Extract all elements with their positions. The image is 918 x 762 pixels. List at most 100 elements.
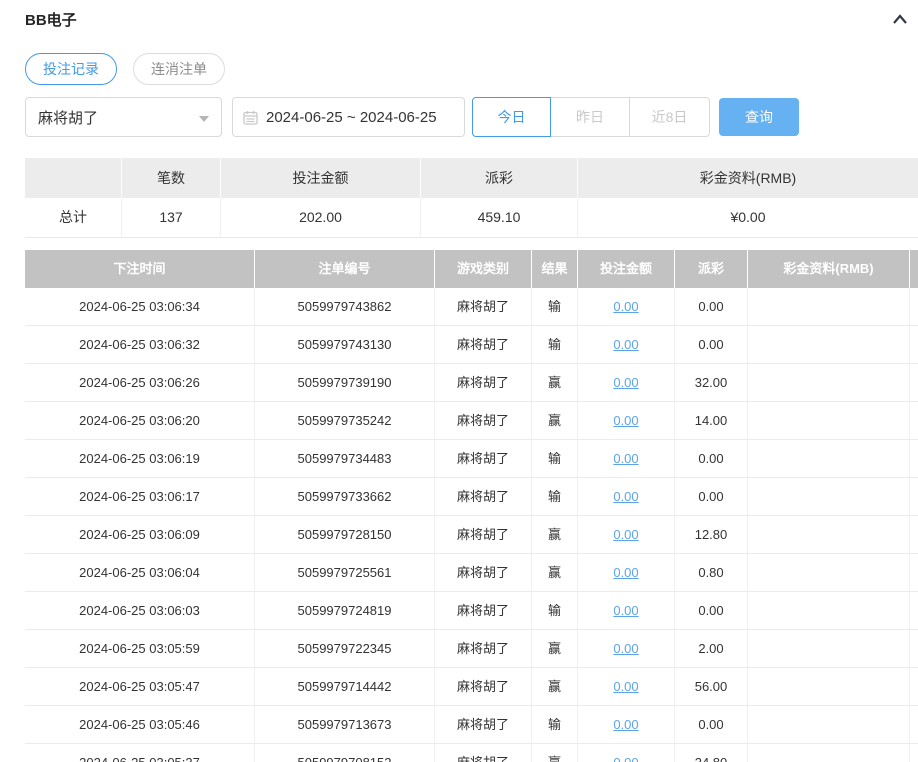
result-cell: 输 bbox=[532, 706, 578, 743]
bet-id-cell: 5059979739190 bbox=[255, 364, 435, 401]
game-type-cell: 麻将胡了 bbox=[435, 478, 532, 515]
table-row: 2024-06-25 03:06:26 5059979739190 麻将胡了赢 0.0… bbox=[25, 364, 918, 402]
game-type-cell: 麻将胡了 bbox=[435, 592, 532, 629]
bet-amount-link[interactable]: 0.00 bbox=[613, 641, 638, 656]
bet-amount-link[interactable]: 0.00 bbox=[613, 451, 638, 466]
records-rows: 2024-06-25 03:06:34 5059979743862 麻将胡了输 0.0… bbox=[25, 288, 918, 762]
last-8-days-button[interactable]: 近8日 bbox=[630, 97, 710, 137]
bet-amount-cell: 0.00 bbox=[578, 630, 675, 667]
bet-amount-link[interactable]: 0.00 bbox=[613, 755, 638, 762]
bet-time-cell: 2024-06-25 03:06:17 bbox=[25, 478, 255, 515]
date-range-input[interactable]: 2024-06-25 ~ 2024-06-25 bbox=[232, 97, 465, 137]
bet-time-cell: 2024-06-25 03:05:46 bbox=[25, 706, 255, 743]
record-type-tabs: 投注记录 连消注单 bbox=[25, 53, 225, 85]
payout-cell: 0.80 bbox=[675, 554, 748, 591]
table-row: 2024-06-25 03:06:04 5059979725561 麻将胡了赢 0.0… bbox=[25, 554, 918, 592]
bet-amount-cell: 0.00 bbox=[578, 668, 675, 705]
game-type-cell: 麻将胡了 bbox=[435, 516, 532, 553]
bet-id-cell: 5059979713673 bbox=[255, 706, 435, 743]
payout-cell: 34.80 bbox=[675, 744, 748, 762]
bet-time-cell: 2024-06-25 03:06:20 bbox=[25, 402, 255, 439]
header-bonus: 彩金资料(RMB) bbox=[748, 250, 910, 288]
game-type-cell: 麻将胡了 bbox=[435, 440, 532, 477]
payout-cell: 0.00 bbox=[675, 592, 748, 629]
table-row: 2024-06-25 03:06:17 5059979733662 麻将胡了输 0.0… bbox=[25, 478, 918, 516]
payout-cell: 12.80 bbox=[675, 516, 748, 553]
table-row: 2024-06-25 03:06:32 5059979743130 麻将胡了输 0.0… bbox=[25, 326, 918, 364]
filter-bar: 麻将胡了 2024-06-25 ~ 2024-06-25 今日 昨日 近8日 查… bbox=[25, 97, 799, 137]
panel-header: BB电子 bbox=[25, 10, 910, 32]
bet-id-cell: 5059979734483 bbox=[255, 440, 435, 477]
bet-id-cell: 5059979725561 bbox=[255, 554, 435, 591]
result-cell: 输 bbox=[532, 326, 578, 363]
bet-time-cell: 2024-06-25 03:06:03 bbox=[25, 592, 255, 629]
game-select[interactable]: 麻将胡了 bbox=[25, 97, 222, 137]
bet-amount-cell: 0.00 bbox=[578, 554, 675, 591]
bonus-cell bbox=[748, 288, 910, 325]
header-result: 结果 bbox=[532, 250, 578, 288]
summary-header-bet-amount: 投注金额 bbox=[221, 158, 421, 198]
bet-amount-cell: 0.00 bbox=[578, 744, 675, 762]
bet-amount-link[interactable]: 0.00 bbox=[613, 375, 638, 390]
tab-betting-records[interactable]: 投注记录 bbox=[25, 53, 117, 85]
header-overflow bbox=[910, 250, 918, 288]
bet-amount-cell: 0.00 bbox=[578, 478, 675, 515]
payout-cell: 0.00 bbox=[675, 288, 748, 325]
bet-amount-link[interactable]: 0.00 bbox=[613, 717, 638, 732]
game-select-value: 麻将胡了 bbox=[38, 109, 99, 127]
bet-amount-link[interactable]: 0.00 bbox=[613, 527, 638, 542]
table-row: 2024-06-25 03:05:47 5059979714442 麻将胡了赢 0.0… bbox=[25, 668, 918, 706]
bet-time-cell: 2024-06-25 03:05:47 bbox=[25, 668, 255, 705]
bet-amount-link[interactable]: 0.00 bbox=[613, 413, 638, 428]
payout-cell: 2.00 bbox=[675, 630, 748, 667]
bet-amount-cell: 0.00 bbox=[578, 326, 675, 363]
bonus-cell bbox=[748, 516, 910, 553]
header-game-type: 游戏类别 bbox=[435, 250, 532, 288]
bet-amount-link[interactable]: 0.00 bbox=[613, 679, 638, 694]
records-table-inner: 下注时间 注单编号 游戏类别 结果 投注金额 派彩 彩金资料(RMB) 2024… bbox=[25, 250, 918, 762]
table-row: 2024-06-25 03:05:375059979708152麻将胡了赢 0.0… bbox=[25, 744, 918, 762]
bet-time-cell: 2024-06-25 03:05:37 bbox=[25, 744, 255, 762]
bet-amount-link[interactable]: 0.00 bbox=[613, 603, 638, 618]
bonus-cell bbox=[748, 478, 910, 515]
result-cell: 输 bbox=[532, 288, 578, 325]
game-type-cell: 麻将胡了 bbox=[435, 630, 532, 667]
bet-id-cell: 5059979743862 bbox=[255, 288, 435, 325]
bet-time-cell: 2024-06-25 03:06:34 bbox=[25, 288, 255, 325]
summary-header-count: 笔数 bbox=[122, 158, 221, 198]
search-button[interactable]: 查询 bbox=[719, 98, 799, 136]
summary-total-count: 137 bbox=[122, 198, 221, 238]
summary-header-payout: 派彩 bbox=[421, 158, 578, 198]
bet-id-cell: 5059979724819 bbox=[255, 592, 435, 629]
tab-cancelled-bets[interactable]: 连消注单 bbox=[133, 53, 225, 85]
result-cell: 赢 bbox=[532, 516, 578, 553]
bet-amount-link[interactable]: 0.00 bbox=[613, 565, 638, 580]
today-button[interactable]: 今日 bbox=[472, 97, 551, 137]
yesterday-button[interactable]: 昨日 bbox=[551, 97, 630, 137]
result-cell: 赢 bbox=[532, 630, 578, 667]
bet-time-cell: 2024-06-25 03:06:04 bbox=[25, 554, 255, 591]
game-type-cell: 麻将胡了 bbox=[435, 326, 532, 363]
bet-amount-link[interactable]: 0.00 bbox=[613, 337, 638, 352]
table-row: 2024-06-25 03:06:03 5059979724819 麻将胡了输 0.0… bbox=[25, 592, 918, 630]
bet-id-cell: 5059979722345 bbox=[255, 630, 435, 667]
bonus-cell bbox=[748, 402, 910, 439]
bonus-cell bbox=[748, 592, 910, 629]
header-bet-amount: 投注金额 bbox=[578, 250, 675, 288]
payout-cell: 0.00 bbox=[675, 478, 748, 515]
overflow-cell bbox=[910, 364, 918, 401]
table-row: 2024-06-25 03:06:09 5059979728150 麻将胡了赢 0.0… bbox=[25, 516, 918, 554]
bet-id-cell: 5059979735242 bbox=[255, 402, 435, 439]
summary-total-payout: 459.10 bbox=[421, 198, 578, 238]
bet-amount-link[interactable]: 0.00 bbox=[613, 489, 638, 504]
game-type-cell: 麻将胡了 bbox=[435, 668, 532, 705]
table-row: 2024-06-25 03:06:20 5059979735242 麻将胡了赢 0.0… bbox=[25, 402, 918, 440]
bet-amount-cell: 0.00 bbox=[578, 706, 675, 743]
summary-total-bet-amount: 202.00 bbox=[221, 198, 421, 238]
payout-cell: 0.00 bbox=[675, 440, 748, 477]
game-type-cell: 麻将胡了 bbox=[435, 402, 532, 439]
bet-amount-link[interactable]: 0.00 bbox=[613, 299, 638, 314]
header-payout: 派彩 bbox=[675, 250, 748, 288]
bet-amount-cell: 0.00 bbox=[578, 516, 675, 553]
collapse-panel-button[interactable] bbox=[890, 10, 910, 30]
